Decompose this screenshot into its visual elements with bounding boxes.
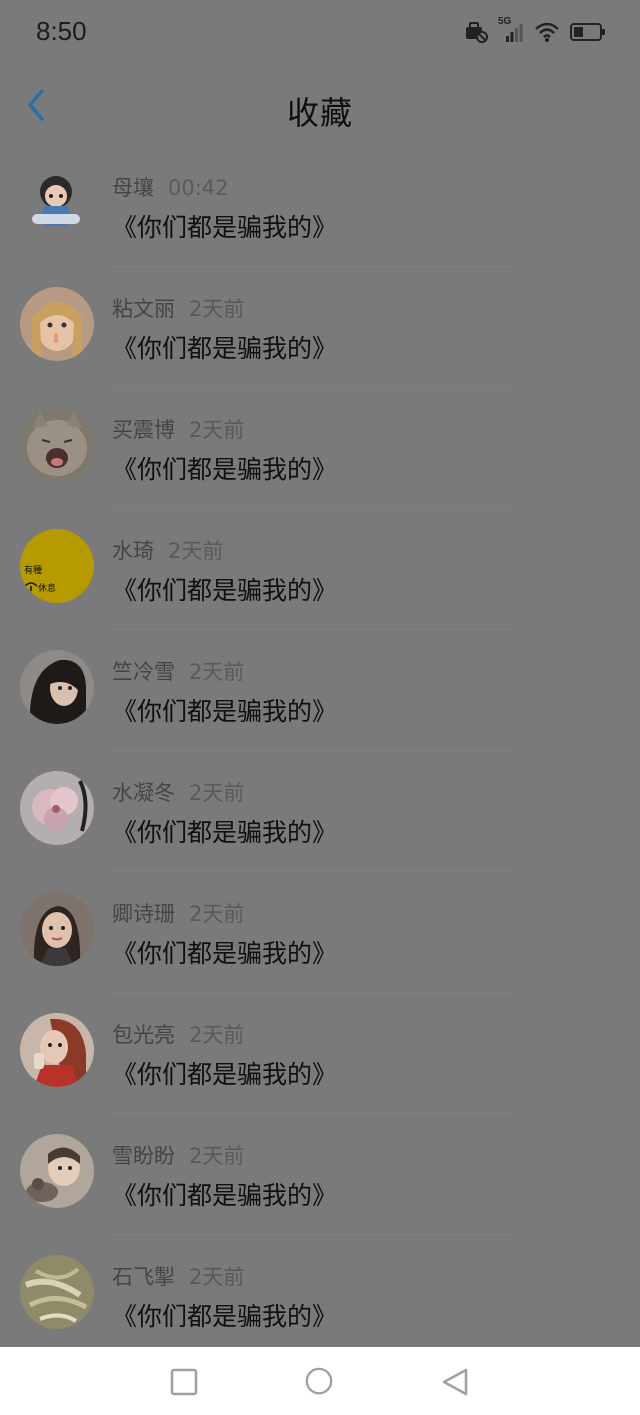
list-item[interactable]: 母壤 00:42 《你们都是骗我的》 bbox=[0, 146, 640, 267]
list-item[interactable]: 粘文丽 2天前 《你们都是骗我的》 bbox=[0, 267, 640, 388]
item-name: 水琦 bbox=[112, 539, 154, 563]
item-content: 《你们都是骗我的》 bbox=[112, 939, 338, 968]
avatar[interactable] bbox=[20, 1255, 94, 1329]
status-icons: 5G bbox=[464, 16, 606, 44]
item-time: 2天前 bbox=[189, 660, 245, 684]
item-name: 水凝冬 bbox=[112, 781, 175, 805]
item-meta: 包光亮 2天前 bbox=[112, 1019, 244, 1049]
item-meta: 雪盼盼 2天前 bbox=[112, 1140, 244, 1170]
avatar[interactable]: 有種 休息 bbox=[20, 529, 94, 603]
favorites-list: 母壤 00:42 《你们都是骗我的》 粘文丽 2天前 《你们都是骗我的》 买震博… bbox=[0, 146, 640, 1356]
back-icon[interactable] bbox=[440, 1367, 470, 1397]
item-meta: 粘文丽 2天前 bbox=[112, 293, 244, 323]
avatar[interactable] bbox=[20, 166, 94, 240]
item-meta: 水琦 2天前 bbox=[112, 535, 223, 565]
item-time: 2天前 bbox=[189, 1265, 245, 1289]
item-time: 2天前 bbox=[189, 1144, 245, 1168]
item-meta: 买震博 2天前 bbox=[112, 414, 244, 444]
list-item[interactable]: 石飞掣 2天前 《你们都是骗我的》 bbox=[0, 1235, 640, 1356]
item-content: 《你们都是骗我的》 bbox=[112, 334, 338, 363]
item-content: 《你们都是骗我的》 bbox=[112, 1181, 338, 1210]
item-name: 石飞掣 bbox=[112, 1265, 175, 1289]
item-name: 买震博 bbox=[112, 418, 175, 442]
header: 收藏 bbox=[0, 62, 640, 146]
list-item[interactable]: 包光亮 2天前 《你们都是骗我的》 bbox=[0, 993, 640, 1114]
signal-icon: 5G bbox=[498, 16, 524, 44]
item-time: 00:42 bbox=[168, 176, 229, 200]
avatar-text-1: 有種 bbox=[24, 566, 43, 576]
item-meta: 母壤 00:42 bbox=[112, 172, 229, 202]
list-item[interactable]: 卿诗珊 2天前 《你们都是骗我的》 bbox=[0, 872, 640, 993]
item-time: 2天前 bbox=[189, 297, 245, 321]
list-item[interactable]: 水凝冬 2天前 《你们都是骗我的》 bbox=[0, 751, 640, 872]
avatar[interactable] bbox=[20, 287, 94, 361]
avatar[interactable] bbox=[20, 771, 94, 845]
list-item[interactable]: 买震博 2天前 《你们都是骗我的》 bbox=[0, 388, 640, 509]
item-time: 2天前 bbox=[189, 418, 245, 442]
item-name: 竺冷雪 bbox=[112, 660, 175, 684]
item-name: 母壤 bbox=[112, 176, 154, 200]
item-meta: 水凝冬 2天前 bbox=[112, 777, 244, 807]
item-time: 2天前 bbox=[189, 902, 245, 926]
list-item[interactable]: 有種 休息 水琦 2天前 《你们都是骗我的》 bbox=[0, 509, 640, 630]
item-time: 2天前 bbox=[168, 539, 224, 563]
item-content: 《你们都是骗我的》 bbox=[112, 1060, 338, 1089]
briefcase-icon bbox=[466, 22, 488, 43]
item-content: 《你们都是骗我的》 bbox=[112, 1302, 338, 1331]
recent-apps-icon[interactable] bbox=[169, 1367, 199, 1397]
home-icon[interactable] bbox=[304, 1367, 334, 1397]
navigation-bar bbox=[0, 1347, 640, 1415]
avatar[interactable] bbox=[20, 650, 94, 724]
item-name: 雪盼盼 bbox=[112, 1144, 175, 1168]
item-time: 2天前 bbox=[189, 781, 245, 805]
item-content: 《你们都是骗我的》 bbox=[112, 697, 338, 726]
item-content: 《你们都是骗我的》 bbox=[112, 455, 338, 484]
avatar-text-2: 休息 bbox=[38, 584, 57, 594]
item-content: 《你们都是骗我的》 bbox=[112, 818, 338, 847]
wifi-icon bbox=[535, 22, 559, 42]
item-content: 《你们都是骗我的》 bbox=[112, 576, 338, 605]
status-bar: 8:50 5G bbox=[0, 0, 640, 62]
item-time: 2天前 bbox=[189, 1023, 245, 1047]
item-content: 《你们都是骗我的》 bbox=[112, 213, 338, 242]
list-item[interactable]: 雪盼盼 2天前 《你们都是骗我的》 bbox=[0, 1114, 640, 1235]
item-name: 包光亮 bbox=[112, 1023, 175, 1047]
item-meta: 卿诗珊 2天前 bbox=[112, 898, 244, 928]
battery-icon bbox=[570, 23, 605, 41]
avatar[interactable] bbox=[20, 408, 94, 482]
item-meta: 石飞掣 2天前 bbox=[112, 1261, 244, 1291]
item-name: 粘文丽 bbox=[112, 297, 175, 321]
status-time: 8:50 bbox=[36, 16, 87, 46]
avatar[interactable] bbox=[20, 1013, 94, 1087]
avatar[interactable] bbox=[20, 892, 94, 966]
page-title: 收藏 bbox=[286, 94, 353, 132]
list-item[interactable]: 竺冷雪 2天前 《你们都是骗我的》 bbox=[0, 630, 640, 751]
item-name: 卿诗珊 bbox=[112, 902, 175, 926]
item-meta: 竺冷雪 2天前 bbox=[112, 656, 244, 686]
avatar[interactable] bbox=[20, 1134, 94, 1208]
